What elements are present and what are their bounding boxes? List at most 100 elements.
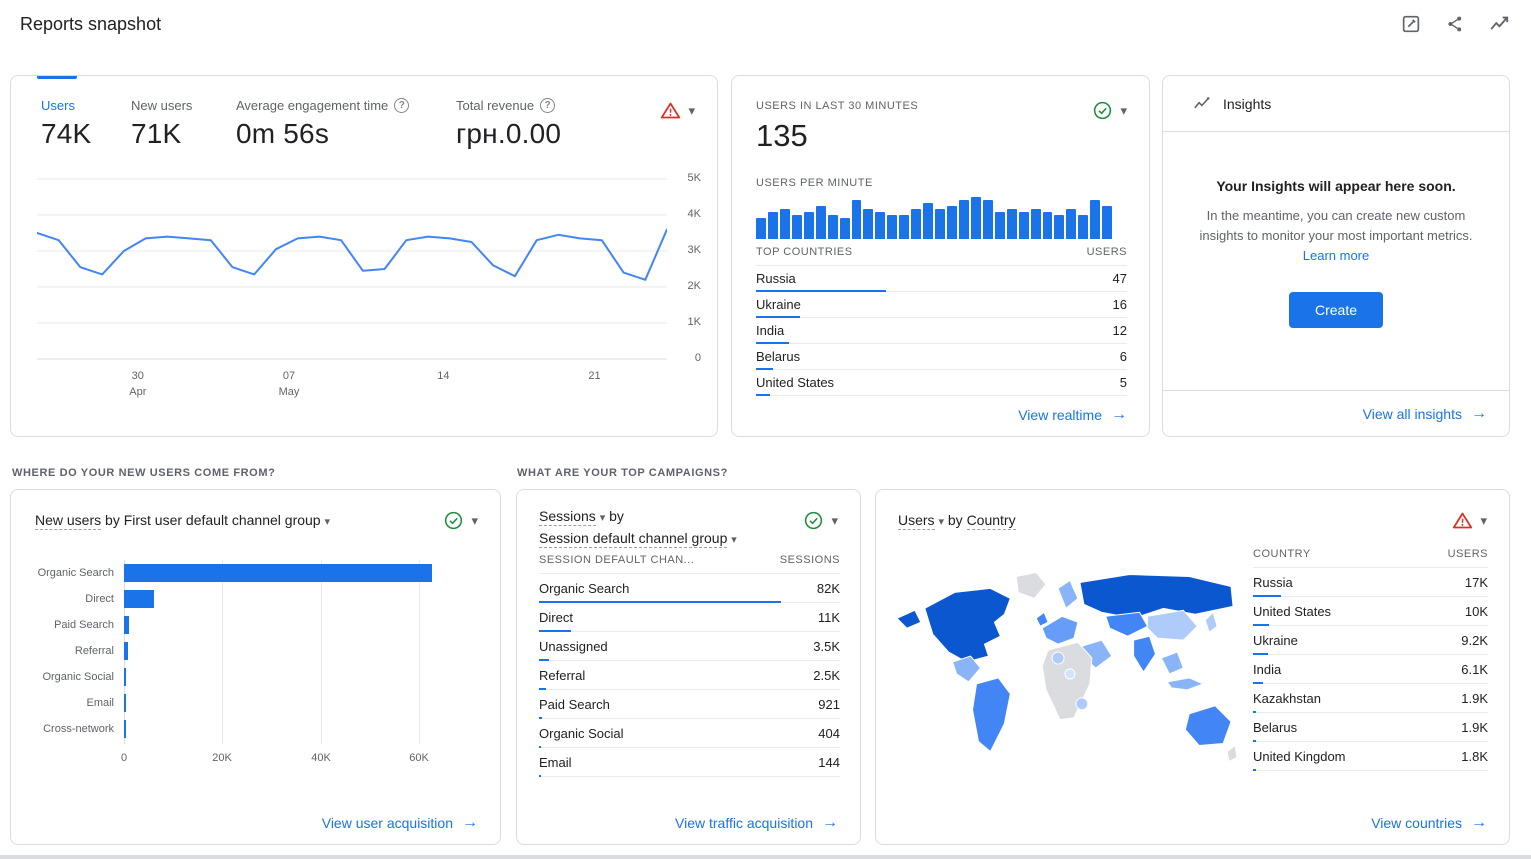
insights-icon (1189, 92, 1213, 116)
view-traffic-acquisition-link[interactable]: View traffic acquisition→ (675, 814, 838, 832)
row-value: 1.9K (1461, 720, 1488, 735)
top-countries-table: TOP COUNTRIES USERS Russia47Ukraine16Ind… (756, 246, 1127, 396)
share-icon[interactable] (1443, 12, 1467, 36)
minute-bar (768, 212, 778, 239)
table-header: SESSION DEFAULT CHAN... SESSIONS (539, 554, 840, 574)
row-label: Direct (539, 610, 573, 625)
view-countries-link[interactable]: View countries→ (1371, 814, 1487, 832)
metric-label: Total revenue? (456, 98, 561, 113)
column-users: USERS (1087, 246, 1127, 258)
x-axis-labels: 30Apr07May1421 (37, 369, 667, 401)
channel-row: Paid Search 921 (539, 690, 840, 719)
data-quality-warning-icon[interactable] (1452, 510, 1473, 531)
row-label: Unassigned (539, 639, 608, 654)
column-channel: SESSION DEFAULT CHAN... (539, 554, 694, 566)
sessions-by-channel-card: Sessions ▾ by Session default channel gr… (516, 489, 861, 845)
view-all-insights-link[interactable]: View all insights→ (1363, 405, 1487, 423)
insights-body: Your Insights will appear here soon. In … (1163, 132, 1509, 328)
card-actions: ▾ (1092, 100, 1127, 121)
x-axis-labels: 020K40K60K (124, 752, 444, 768)
section-label-campaigns: WHAT ARE YOUR TOP CAMPAIGNS? (517, 467, 728, 479)
y-axis-tick: 2K (688, 280, 701, 292)
section-label-new-users: WHERE DO YOUR NEW USERS COME FROM? (12, 467, 275, 479)
users-per-minute-label: USERS PER MINUTE (756, 177, 873, 189)
users-line-chart (37, 173, 667, 365)
bar-label: Organic Social (21, 671, 124, 683)
learn-more-link[interactable]: Learn more (1303, 248, 1369, 263)
minute-bar (816, 206, 826, 239)
chevron-down-icon[interactable]: ▾ (1480, 514, 1487, 527)
metric-value: 0m 56s (236, 118, 409, 150)
create-insight-button[interactable]: Create (1289, 292, 1383, 328)
chevron-down-icon[interactable]: ▾ (688, 104, 695, 117)
customize-report-icon[interactable] (1399, 12, 1423, 36)
table-header: COUNTRY USERS (1253, 548, 1488, 568)
row-label: Organic Search (539, 581, 629, 596)
dimension-dropdown[interactable]: Session default channel group (539, 530, 727, 548)
metric-dropdown[interactable]: New users (35, 512, 101, 530)
data-quality-warning-icon[interactable] (660, 100, 681, 121)
bar-label: Referral (21, 645, 124, 657)
row-value: 10K (1465, 604, 1488, 619)
dimension-dropdown[interactable]: Country (967, 512, 1016, 530)
chevron-down-icon[interactable]: ▾ (731, 534, 737, 546)
metric-tab-users[interactable]: Users 74K (41, 98, 91, 150)
metric-value: 74K (41, 118, 91, 150)
minute-bar (840, 218, 850, 239)
minute-bar (792, 215, 802, 239)
realtime-country-row: Russia47 (756, 266, 1127, 292)
row-label: Belarus (1253, 720, 1297, 735)
minute-bar (923, 203, 933, 239)
bar (124, 720, 126, 738)
data-quality-ok-icon[interactable] (1092, 100, 1113, 121)
bar-track (124, 612, 483, 638)
column-sessions: SESSIONS (780, 554, 840, 566)
metric-tab-avg-engagement-time[interactable]: Average engagement time? 0m 56s (236, 98, 409, 150)
minute-bar (780, 209, 790, 239)
view-user-acquisition-link[interactable]: View user acquisition→ (322, 814, 478, 832)
row-value: 6.1K (1461, 662, 1488, 677)
data-quality-ok-icon[interactable] (443, 510, 464, 531)
row-trend-bar (756, 394, 770, 396)
help-icon[interactable]: ? (394, 98, 409, 113)
view-realtime-link[interactable]: View realtime→ (1018, 406, 1127, 424)
row-label: Referral (539, 668, 585, 683)
y-axis-tick: 0 (695, 352, 701, 364)
help-icon[interactable]: ? (540, 98, 555, 113)
chevron-down-icon[interactable]: ▾ (1120, 104, 1127, 117)
insights-icon[interactable] (1487, 12, 1511, 36)
users-by-country-card: Users ▾ by Country ▾ (875, 489, 1510, 845)
realtime-country-row: Ukraine16 (756, 292, 1127, 318)
metric-tab-new-users[interactable]: New users 71K (131, 98, 192, 150)
page-header: Reports snapshot (0, 0, 1531, 48)
minute-bar (1090, 200, 1100, 239)
reports-snapshot-page: Reports snapshot Users 74K New users 71K… (0, 0, 1531, 859)
card-actions: ▾ (443, 510, 478, 531)
insights-title: Insights (1223, 96, 1271, 112)
row-label: Paid Search (539, 697, 610, 712)
minute-bar (804, 212, 814, 239)
row-label: India (756, 323, 784, 338)
chevron-down-icon[interactable]: ▾ (471, 514, 478, 527)
row-value: 12 (1113, 323, 1127, 338)
data-quality-ok-icon[interactable] (803, 510, 824, 531)
chevron-down-icon[interactable]: ▾ (938, 516, 944, 528)
bar-track (124, 664, 483, 690)
country-row: India6.1K (1253, 655, 1488, 684)
header-actions (1399, 12, 1511, 36)
card-title: Users ▾ by Country (898, 512, 1016, 528)
chevron-down-icon[interactable]: ▾ (831, 514, 838, 527)
insights-card: Insights Your Insights will appear here … (1162, 75, 1510, 437)
card-actions: ▾ (660, 100, 695, 121)
metric-tab-total-revenue[interactable]: Total revenue? грн.0.00 (456, 98, 561, 150)
metric-dropdown[interactable]: Users (898, 512, 935, 530)
metric-dropdown[interactable]: Sessions (539, 508, 596, 526)
chevron-down-icon[interactable]: ▾ (600, 512, 606, 524)
minute-bar (1007, 209, 1017, 239)
bar-label: Direct (21, 593, 124, 605)
chevron-down-icon[interactable]: ▾ (325, 516, 331, 528)
row-value: 921 (818, 697, 840, 712)
row-label: Email (539, 755, 572, 770)
minute-bar (899, 215, 909, 239)
country-row: United States10K (1253, 597, 1488, 626)
